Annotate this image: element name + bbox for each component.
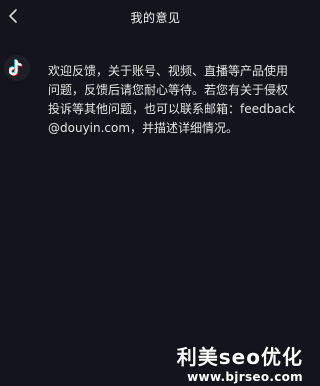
feedback-message: 欢迎反馈，关于账号、视频、直播等产品使用问题，反馈后请您耐心等待。若您有关于侵权… [48, 64, 296, 135]
top-bar: 我的意见 [0, 0, 311, 34]
watermark-url: www.bjrseo.com [187, 370, 303, 384]
watermark: 利美seo优化 www.bjrseo.com [177, 344, 303, 384]
page-title: 我的意见 [130, 11, 181, 25]
watermark-title: 利美seo优化 [176, 345, 303, 369]
tiktok-logo-icon [9, 59, 23, 76]
avatar [4, 55, 30, 81]
